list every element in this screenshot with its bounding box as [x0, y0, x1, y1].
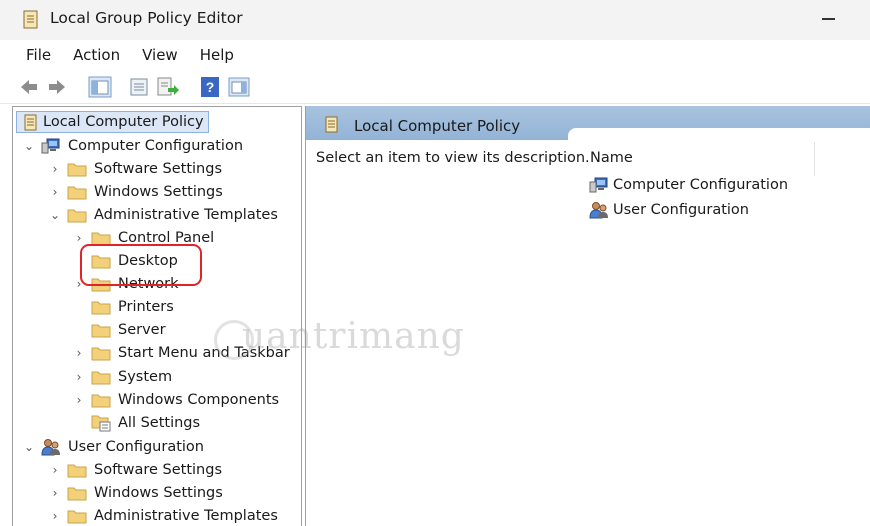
- show-hide-action-pane-icon[interactable]: [228, 76, 250, 98]
- folder-icon: [91, 301, 111, 315]
- chevron-right-icon[interactable]: ›: [49, 509, 61, 523]
- menu-view[interactable]: View: [142, 46, 178, 64]
- tree-node-computer-configuration[interactable]: ⌄ Computer Configuration: [23, 135, 243, 157]
- details-header-title: Local Computer Policy: [354, 117, 521, 135]
- export-list-icon[interactable]: [156, 76, 180, 98]
- chevron-right-icon[interactable]: ›: [73, 393, 85, 407]
- tree-label: Administrative Templates: [94, 508, 278, 524]
- chevron-right-icon[interactable]: ›: [73, 370, 85, 384]
- menu-action[interactable]: Action: [73, 46, 120, 64]
- back-arrow-icon[interactable]: [18, 76, 40, 98]
- menu-bar: File Action View Help: [0, 40, 870, 70]
- tree-node-user-software-settings[interactable]: › Software Settings: [49, 459, 222, 481]
- tree-label: Software Settings: [94, 161, 223, 177]
- tree-node-administrative-templates[interactable]: ⌄ Administrative Templates: [49, 204, 278, 226]
- annotation-highlight-box: [80, 244, 202, 286]
- user-icon: [589, 202, 608, 219]
- tree-label: Server: [118, 322, 166, 338]
- tree-label: Windows Components: [118, 392, 280, 408]
- description-text: Select an item to view its description.: [316, 150, 590, 166]
- column-header-name[interactable]: Name: [590, 150, 633, 166]
- console-tree[interactable]: Local Computer Policy ⌄ Computer Configu…: [12, 106, 302, 526]
- all-settings-icon: [91, 415, 111, 432]
- tree-node-system[interactable]: › System: [73, 366, 172, 388]
- computer-icon: [589, 177, 608, 193]
- chevron-down-icon[interactable]: ⌄: [23, 139, 35, 153]
- chevron-right-icon[interactable]: ›: [49, 463, 61, 477]
- properties-icon[interactable]: [128, 76, 150, 98]
- tree-root-label: Local Computer Policy: [43, 114, 204, 130]
- folder-icon: [91, 347, 111, 361]
- tree-node-user-windows-settings[interactable]: › Windows Settings: [49, 482, 223, 504]
- tree-node-user-configuration[interactable]: ⌄ User Configuration: [23, 436, 204, 458]
- tree-node-windows-settings[interactable]: › Windows Settings: [49, 181, 223, 203]
- tree-label: Software Settings: [94, 462, 223, 478]
- folder-icon: [91, 394, 111, 408]
- column-separator[interactable]: [814, 142, 815, 176]
- tree-node-server[interactable]: Server: [73, 319, 166, 341]
- help-icon[interactable]: ?: [200, 76, 220, 98]
- chevron-right-icon[interactable]: ›: [73, 231, 85, 245]
- folder-icon: [91, 324, 111, 338]
- tree-node-windows-components[interactable]: › Windows Components: [73, 389, 279, 411]
- toolbar: ?: [0, 70, 870, 104]
- tree-node-all-settings[interactable]: All Settings: [73, 412, 200, 434]
- policy-scroll-icon: [325, 116, 338, 133]
- tree-root-local-computer-policy[interactable]: Local Computer Policy: [16, 111, 209, 133]
- tree-label: System: [118, 369, 173, 385]
- folder-icon: [67, 163, 87, 177]
- forward-arrow-icon[interactable]: [46, 76, 68, 98]
- computer-icon: [41, 138, 60, 154]
- tree-label: Start Menu and Taskbar: [118, 345, 290, 361]
- tree-label: Computer Configuration: [68, 138, 244, 154]
- list-item-computer-configuration[interactable]: Computer Configuration: [589, 174, 788, 196]
- list-item-user-configuration[interactable]: User Configuration: [589, 199, 749, 221]
- title-bar: Local Group Policy Editor: [0, 0, 870, 40]
- chevron-down-icon[interactable]: ⌄: [23, 440, 35, 454]
- menu-file[interactable]: File: [26, 46, 51, 64]
- folder-icon: [67, 487, 87, 501]
- chevron-right-icon[interactable]: ›: [49, 162, 61, 176]
- window-title: Local Group Policy Editor: [50, 9, 243, 27]
- tree-label: Windows Settings: [94, 184, 223, 200]
- tree-node-software-settings[interactable]: › Software Settings: [49, 158, 222, 180]
- minimize-icon[interactable]: [822, 18, 835, 20]
- tree-label: User Configuration: [68, 439, 204, 455]
- chevron-down-icon[interactable]: ⌄: [49, 208, 61, 222]
- chevron-right-icon[interactable]: ›: [49, 486, 61, 500]
- policy-scroll-icon: [24, 114, 37, 131]
- folder-icon: [91, 371, 111, 385]
- chevron-right-icon[interactable]: ›: [73, 346, 85, 360]
- folder-icon: [67, 464, 87, 478]
- chevron-right-icon[interactable]: ›: [49, 185, 61, 199]
- tree-node-start-menu-and-taskbar[interactable]: › Start Menu and Taskbar: [73, 342, 290, 364]
- folder-icon: [67, 209, 87, 223]
- user-icon: [41, 439, 60, 456]
- tree-node-printers[interactable]: Printers: [73, 296, 174, 318]
- tree-label: Printers: [118, 299, 174, 315]
- folder-icon: [67, 510, 87, 524]
- folder-icon: [67, 186, 87, 200]
- svg-text:?: ?: [206, 79, 215, 95]
- show-hide-tree-icon[interactable]: [88, 76, 112, 98]
- details-pane[interactable]: Local Computer Policy Select an item to …: [305, 106, 870, 526]
- tree-label: Administrative Templates: [94, 207, 278, 223]
- list-item-label: Computer Configuration: [613, 177, 789, 193]
- list-item-label: User Configuration: [613, 202, 749, 218]
- tree-node-user-administrative-templates[interactable]: › Administrative Templates: [49, 505, 278, 526]
- menu-help[interactable]: Help: [200, 46, 234, 64]
- tree-label: All Settings: [118, 415, 201, 431]
- policy-editor-icon: [23, 10, 38, 29]
- tree-label: Windows Settings: [94, 485, 223, 501]
